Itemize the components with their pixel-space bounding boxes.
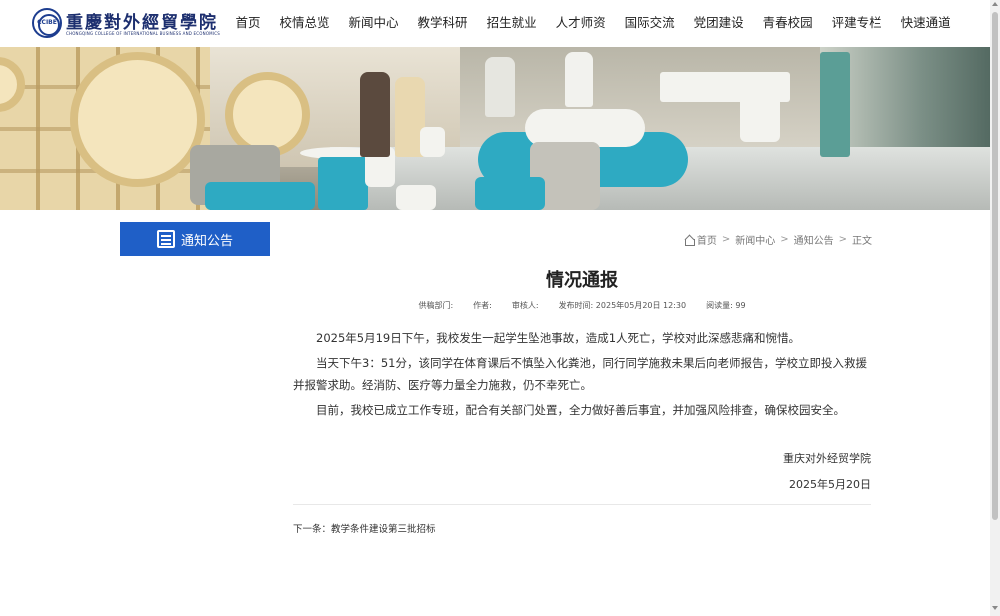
- home-icon: [684, 235, 695, 246]
- nav-item-news[interactable]: 新闻中心: [339, 0, 408, 47]
- article-title: 情况通报: [546, 270, 618, 291]
- nav-item-home[interactable]: 首页: [226, 0, 270, 47]
- campus-banner-image: [0, 47, 990, 210]
- college-name-cn: 重慶對外經貿學院: [66, 13, 218, 33]
- page-scrollbar[interactable]: [990, 0, 1000, 616]
- site-header: CCIBE 重慶對外經貿學院 CHONGQING COLLEGE OF INTE…: [0, 0, 990, 47]
- article-body: 2025年5月19日下午，我校发生一起学生坠池事故，造成1人死亡，学校对此深感悲…: [293, 327, 871, 424]
- breadcrumb-separator: >: [721, 234, 731, 245]
- meta-author: 作者:: [473, 301, 492, 310]
- article-paragraph: 2025年5月19日下午，我校发生一起学生坠池事故，造成1人死亡，学校对此深感悲…: [316, 331, 801, 345]
- scrollbar-thumb[interactable]: [992, 12, 998, 520]
- nav-item-faculty[interactable]: 人才师资: [546, 0, 615, 47]
- document-icon: [156, 230, 175, 248]
- nav-item-teaching[interactable]: 教学科研: [408, 0, 477, 47]
- notice-category-button[interactable]: 通知公告: [120, 222, 270, 256]
- article-signature: 重庆对外经贸学院: [783, 452, 871, 465]
- nav-item-international[interactable]: 国际交流: [615, 0, 684, 47]
- article-date: 2025年5月20日: [789, 478, 871, 491]
- nav-item-evaluation[interactable]: 评建专栏: [822, 0, 891, 47]
- breadcrumb-home[interactable]: 首页: [697, 232, 717, 247]
- college-name-en: CHONGQING COLLEGE OF INTERNATIONAL BUSIN…: [66, 31, 220, 36]
- meta-publish-time: 发布时间: 2025年05月20日 12:30: [558, 301, 687, 310]
- college-seal-icon: CCIBE: [32, 8, 62, 38]
- breadcrumb: 首页 > 新闻中心 > 通知公告 > 正文: [684, 232, 872, 247]
- breadcrumb-separator: >: [838, 234, 847, 245]
- notice-category-label: 通知公告: [180, 233, 233, 249]
- meta-reviewer: 审核人:: [511, 301, 539, 310]
- article-meta: 供稿部门: 作者: 审核人: 发布时间: 2025年05月20日 12:30 阅…: [293, 300, 871, 311]
- breadcrumb-separator: >: [780, 234, 789, 245]
- breadcrumb-notices[interactable]: 通知公告: [794, 232, 834, 247]
- main-nav: 首页 校情总览 新闻中心 教学科研 招生就业 人才师资 国际交流 党团建设 青春…: [226, 0, 960, 47]
- content-divider: [293, 504, 871, 505]
- nav-item-campus[interactable]: 青春校园: [753, 0, 822, 47]
- nav-item-overview[interactable]: 校情总览: [270, 0, 339, 47]
- next-article-link[interactable]: 下一条：教学条件建设第三批招标: [293, 521, 436, 535]
- article-paragraph: 当天下午3：51分，该同学在体育课后不慎坠入化粪池，同行同学施救未果后向老师报告…: [293, 356, 867, 392]
- scroll-up-icon[interactable]: [992, 2, 998, 6]
- article-paragraph: 目前，我校已成立工作专班，配合有关部门处置，全力做好善后事宜，并加强风险排查，确…: [316, 403, 845, 417]
- college-logo[interactable]: CCIBE 重慶對外經貿學院 CHONGQING COLLEGE OF INTE…: [32, 8, 220, 40]
- meta-views: 阅读量: 99: [706, 301, 746, 310]
- nav-item-quick-access[interactable]: 快速通道: [891, 0, 960, 47]
- nav-item-admission[interactable]: 招生就业: [477, 0, 546, 47]
- breadcrumb-news[interactable]: 新闻中心: [735, 232, 775, 247]
- nav-item-party[interactable]: 党团建设: [684, 0, 753, 47]
- breadcrumb-current: 正文: [852, 236, 872, 247]
- scroll-down-icon[interactable]: [992, 606, 998, 610]
- meta-department: 供稿部门:: [418, 301, 454, 310]
